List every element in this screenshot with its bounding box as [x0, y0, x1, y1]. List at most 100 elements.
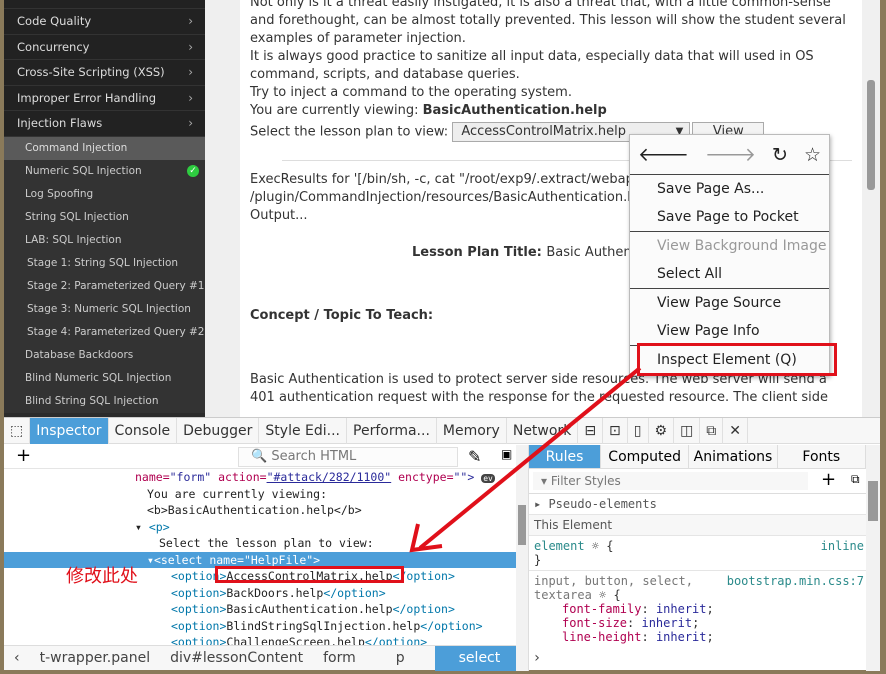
sidebar-lesson[interactable]: Log Spoofing	[4, 182, 205, 206]
highlight-box-option	[215, 566, 404, 583]
viewing-label: You are currently viewing:	[250, 103, 423, 118]
tab-style-editor[interactable]: Style Edi...	[259, 417, 348, 444]
back-icon[interactable]: 🡐	[638, 143, 689, 166]
intro-text: Not only is it a threat easily instigate…	[250, 0, 846, 46]
bookmark-star-icon[interactable]: ☆	[804, 144, 821, 166]
markup-option-line[interactable]: <option>BasicAuthentication.help</option…	[4, 601, 516, 618]
add-rule-icon[interactable]: +	[821, 469, 836, 490]
menu-save-to-pocket[interactable]: Save Page to Pocket	[630, 203, 829, 231]
tab-computed[interactable]: Computed	[601, 445, 690, 468]
tab-memory[interactable]: Memory	[437, 417, 507, 444]
context-menu: 🡐 🡒 ↻ ☆ Save Page As... Save Page to Poc…	[629, 134, 830, 376]
plan-title-value: Basic Authent	[546, 245, 637, 260]
sidebar-lesson[interactable]: Blind Numeric SQL Injection	[4, 366, 205, 390]
settings-gear-icon[interactable]: ⚙	[649, 417, 675, 444]
markup-line[interactable]: <b>BasicAuthentication.help</b>	[4, 502, 516, 519]
instruction-text: Try to inject a command to the operating…	[250, 85, 572, 100]
sidebar: Code Quality › Concurrency › Cross-Site Scri…	[4, 0, 205, 417]
search-html-input[interactable]: 🔍 Search HTML	[238, 447, 458, 467]
breadcrumb-item-active[interactable]: select	[434, 645, 525, 671]
sidebar-lesson[interactable]: Stage 4: Parameterized Query #2	[4, 320, 205, 344]
rules-scrollbar[interactable]	[866, 445, 880, 671]
event-badge[interactable]: ev	[481, 474, 495, 483]
breadcrumb: ‹ t-wrapper.panel div#lessonContent form…	[4, 645, 540, 671]
annotation-label: 修改此处	[66, 566, 138, 587]
sidebar-lesson[interactable]: Blind String SQL Injection	[4, 389, 205, 413]
this-element-header: This Element	[529, 515, 866, 536]
menu-save-page-as[interactable]: Save Page As...	[630, 175, 829, 203]
select-label: Select the lesson plan to view:	[250, 124, 453, 140]
tab-network[interactable]: Network	[507, 417, 579, 444]
page-scrollbar[interactable]	[862, 0, 880, 417]
menu-view-background-image: View Background Image	[657, 238, 827, 254]
pseudo-elements-toggle[interactable]: ▸ Pseudo-elements	[529, 494, 866, 515]
menu-select-all[interactable]: Select All	[630, 260, 829, 288]
tab-inspector[interactable]: Inspector	[30, 417, 109, 444]
tab-debugger[interactable]: Debugger	[177, 417, 260, 444]
sidebar-lesson[interactable]: String SQL Injection	[4, 205, 205, 229]
filter-styles-input[interactable]: ▾ Filter Styles	[533, 472, 808, 490]
dock-side-icon[interactable]: ◫	[674, 417, 701, 444]
sidebar-category[interactable]: Concurrency ›	[4, 34, 205, 60]
css-property[interactable]: font-size: inherit;	[562, 616, 861, 630]
chevron-right-icon: ›	[188, 65, 193, 79]
markup-line[interactable]: Select the lesson plan to view:	[4, 535, 516, 552]
scratchpad-icon[interactable]: ⊡	[603, 417, 628, 444]
sidebar-lesson[interactable]: Numeric SQL Injection ✓	[4, 159, 205, 183]
basic-auth-text: Basic Authentication is used to protect …	[250, 372, 829, 405]
tab-animations[interactable]: Animations	[689, 445, 778, 468]
sidebar-lesson[interactable]: Stage 1: String SQL Injection	[4, 251, 205, 275]
css-property[interactable]: line-height: inherit;	[562, 630, 861, 644]
rule-bootstrap[interactable]: input, button, select, bootstrap.min.css:…	[529, 571, 866, 647]
chevron-right-icon: ›	[188, 39, 193, 54]
sidebar-category[interactable]: Improper Error Handling ›	[4, 85, 205, 111]
markup-line[interactable]: name="form" action="#attack/282/1100" en…	[4, 469, 516, 486]
undock-icon[interactable]: ⧉	[700, 417, 724, 444]
breadcrumb-scroll-left[interactable]: ‹	[4, 650, 30, 666]
breadcrumb-item[interactable]: form	[313, 650, 366, 666]
plan-title-label: Lesson Plan Title:	[412, 245, 547, 260]
gutter	[205, 0, 240, 417]
sidebar-lesson[interactable]: Database Backdoors	[4, 343, 205, 367]
markup-tree: name="form" action="#attack/282/1100" en…	[4, 469, 516, 649]
markup-scrollbar[interactable]	[516, 445, 528, 671]
css-property[interactable]: font-family: inherit;	[562, 602, 861, 616]
sidebar-lesson[interactable]: Stage 3: Numeric SQL Injection	[4, 297, 205, 321]
rule-element[interactable]: element ☼ {inline}	[529, 536, 866, 571]
markup-option-line[interactable]: <option>BlindStringSqlInjection.help</op…	[4, 618, 516, 635]
tab-rules[interactable]: Rules	[529, 445, 601, 468]
menu-view-page-info[interactable]: View Page Info	[630, 317, 829, 345]
breadcrumb-item[interactable]: div#lessonContent	[160, 650, 313, 666]
eyedropper-icon[interactable]: ✎	[468, 447, 481, 466]
sidebar-category[interactable]: Injection Flaws ›	[4, 111, 205, 137]
devtools-tabbar: ⬚ Inspector Console Debugger Style Edi..…	[4, 417, 880, 444]
breadcrumb-item[interactable]: p	[366, 650, 435, 666]
sidebar-lesson[interactable]: Stage 2: Parameterized Query #1	[4, 274, 205, 298]
sidebar-lesson[interactable]: LAB: SQL Injection	[4, 228, 205, 252]
forward-icon[interactable]: 🡒	[705, 143, 756, 166]
highlight-box-inspect	[637, 343, 837, 376]
tab-console[interactable]: Console	[109, 417, 178, 444]
sidebar-category[interactable]: Cross-Site Scripting (XSS) ›	[4, 60, 205, 86]
markup-view: + 🔍 Search HTML ✎ ▣ name="form" action="…	[4, 445, 516, 649]
reload-icon[interactable]: ↻	[772, 144, 788, 166]
sanitize-text: It is always good practice to sanitize a…	[250, 49, 814, 82]
markup-line[interactable]: ▾ <p>	[4, 519, 516, 536]
layout-icon[interactable]: ⊟	[578, 417, 604, 444]
responsive-icon[interactable]: ▯	[628, 417, 649, 444]
markup-line[interactable]: You are currently viewing:	[4, 486, 516, 503]
toggle-pseudo-class-icon[interactable]: ⧉	[851, 472, 860, 487]
breadcrumb-item[interactable]: t-wrapper.panel	[30, 650, 160, 666]
devtools-panel: ⬚ Inspector Console Debugger Style Edi..…	[4, 417, 880, 671]
sidebar-lesson[interactable]: Command Injection	[4, 136, 205, 160]
tab-fonts[interactable]: Fonts	[778, 445, 866, 468]
menu-view-page-source[interactable]: View Page Source	[630, 289, 829, 317]
element-picker-icon[interactable]: ⬚	[4, 417, 31, 444]
viewing-value: BasicAuthentication.help	[422, 103, 607, 118]
sidebar-category[interactable]: Code Quality ›	[4, 9, 205, 35]
concept-heading: Concept / Topic To Teach:	[250, 308, 434, 323]
sidebar-toggle-icon[interactable]: ▣	[501, 447, 512, 461]
tab-performance[interactable]: Performa...	[347, 417, 437, 444]
add-node-icon[interactable]: +	[16, 445, 31, 466]
close-icon[interactable]: ✕	[723, 417, 749, 444]
